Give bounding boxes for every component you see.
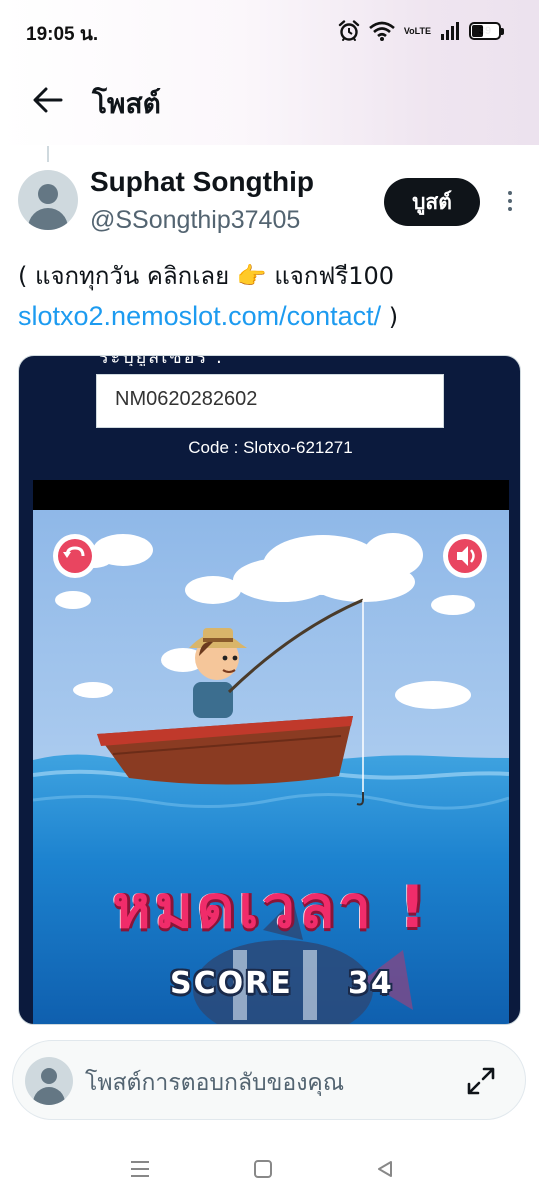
timeout-text: หมดเวลา ! [112,873,430,941]
score-value: 34 [348,966,394,1001]
avatar-head [38,184,58,204]
avatar-body [28,208,68,230]
author-avatar[interactable] [18,170,78,230]
arrow-left-icon [33,87,63,113]
expand-button[interactable] [465,1065,497,1097]
volte-indicator: Vo LTE [403,25,431,36]
post-text-part1: ( แจกทุกวัน คลิกเลย 👉 แจกฟรี100 [18,262,395,290]
expand-icon [467,1067,495,1095]
code-line: Code : Slotxo-621271 [188,438,353,457]
post-link[interactable]: slotxo2.nemoslot.com/contact/ [18,301,381,331]
back-triangle-icon [378,1161,392,1177]
status-icons: Vo LTE 39 [338,19,504,43]
reply-avatar [25,1057,73,1105]
avatar-head [41,1068,57,1084]
boost-button[interactable]: บูสต์ [384,178,480,226]
more-dot [508,207,512,211]
black-bar [33,480,509,510]
volte-bottom: LTE [414,25,431,36]
back-button[interactable] [30,82,66,118]
status-time: 19:05 น. [26,24,99,45]
volte-top: Vo [403,25,415,36]
cut-off-text: ระบุยูสเซอร์ : [99,355,224,366]
game-screen: หมดเวลา ! SCORE 34 [33,510,509,1024]
system-nav-bar [0,1140,539,1200]
sound-button-icon [443,534,487,578]
author-handle[interactable]: @SSongthip37405 [90,206,300,235]
more-dot [508,191,512,195]
nav-back-button[interactable] [365,1154,405,1184]
more-options-button[interactable] [500,186,520,216]
status-bar: 19:05 น. Vo LTE 39 [0,0,539,62]
header: โพสต์ [0,70,539,130]
username-value: NM0620282602 [115,388,258,410]
nav-menu-button[interactable] [120,1154,160,1184]
username-box: NM0620282602 [96,374,444,428]
battery-tip [501,28,504,35]
post-text-part2: ) [381,303,399,331]
reply-input[interactable]: โพสต์การตอบกลับของคุณ [85,1065,344,1101]
score-label: SCORE [170,966,293,1001]
battery-level: 39 [478,25,492,37]
restart-button-icon [53,534,97,578]
post-text: ( แจกทุกวัน คลิกเลย 👉 แจกฟรี100 slotxo2.… [18,256,523,337]
alarm-icon [338,20,360,42]
reply-bar[interactable]: โพสต์การตอบกลับของคุณ [12,1040,526,1120]
cut-off-label: ระบุยูสเซอร์ : [99,355,249,366]
home-square-icon [254,1160,272,1178]
wifi-icon [368,21,395,41]
battery-icon: 39 [469,22,504,40]
nav-home-button[interactable] [243,1154,283,1184]
thread-line [47,146,49,162]
post-media-image[interactable]: ระบุยูสเซอร์ : NM0620282602 Code : Slotx… [18,355,521,1025]
menu-icon [131,1161,149,1177]
avatar-body [33,1087,65,1105]
page-title: โพสต์ [92,87,161,120]
author-name[interactable]: Suphat Songthip [90,166,314,198]
signal-icon [440,22,460,40]
more-dot [508,199,512,203]
